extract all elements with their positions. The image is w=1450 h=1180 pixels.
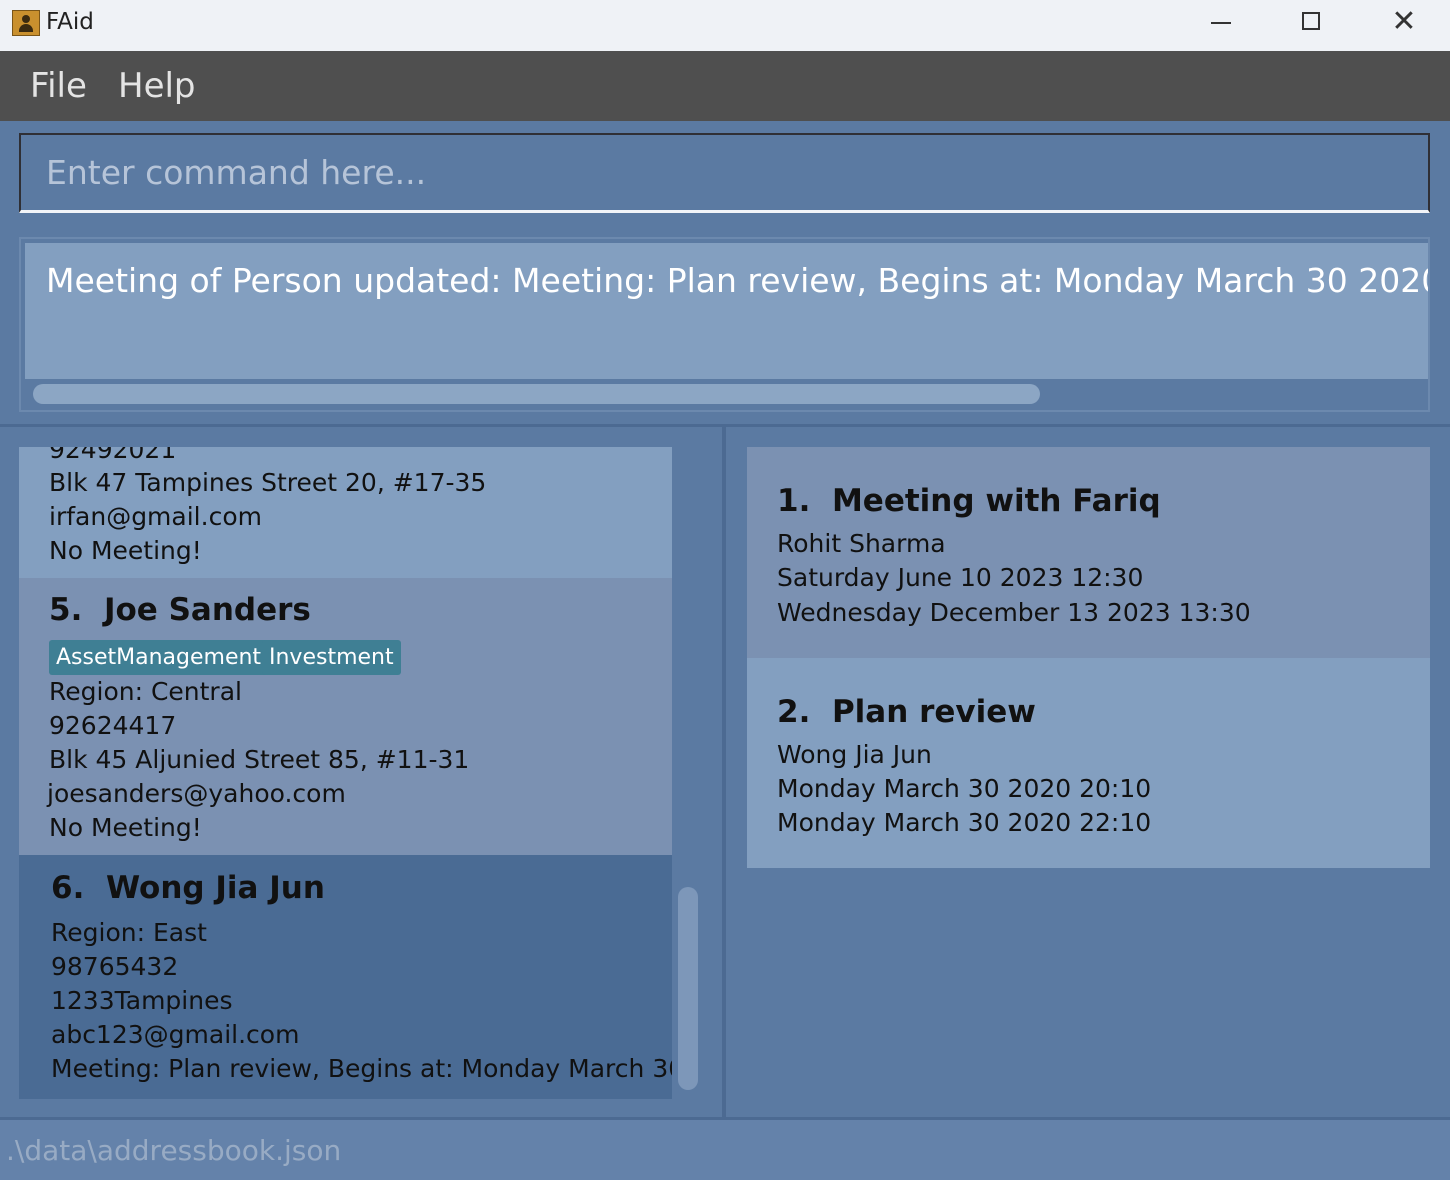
meeting-title: Plan review: [831, 694, 1036, 730]
person-email: abc123@gmail.com: [51, 1020, 300, 1049]
person-name: Joe Sanders: [103, 592, 311, 628]
split-divider[interactable]: [722, 427, 726, 1117]
result-text-area[interactable]: Meeting of Person updated: Meeting: Plan…: [25, 243, 1428, 379]
person-meeting: No Meeting!: [49, 813, 202, 842]
person-phone: 92492021: [49, 447, 177, 464]
meeting-person: Rohit Sharma: [777, 529, 946, 558]
menu-file[interactable]: File: [30, 66, 87, 106]
result-message: Meeting of Person updated: Meeting: Plan…: [46, 261, 1428, 300]
app-icon: [12, 10, 40, 36]
meeting-start: Saturday June 10 2023 12:30: [777, 563, 1144, 592]
meeting-person: Wong Jia Jun: [777, 740, 932, 769]
status-bar: .\data\addressbook.json: [0, 1120, 1450, 1180]
window-title: FAid: [46, 9, 94, 35]
meeting-card[interactable]: 1. Meeting with Fariq Rohit Sharma Satur…: [747, 447, 1430, 658]
vertical-scrollbar[interactable]: [678, 887, 698, 1090]
maximize-icon[interactable]: [1266, 0, 1358, 46]
result-display: Meeting of Person updated: Meeting: Plan…: [19, 237, 1430, 412]
person-card[interactable]: 92492021 Blk 47 Tampines Street 20, #17-…: [19, 447, 672, 578]
command-input[interactable]: [21, 135, 1428, 210]
menu-help[interactable]: Help: [118, 66, 196, 106]
meeting-end: Monday March 30 2020 22:10: [777, 808, 1152, 837]
close-icon[interactable]: ✕: [1358, 0, 1450, 46]
person-meeting: Meeting: Plan review, Begins at: Monday …: [51, 1054, 672, 1083]
person-name-line: 5. Joe Sanders: [49, 592, 311, 628]
tag-badge: AssetManagement: [49, 640, 269, 675]
person-address: Blk 47 Tampines Street 20, #17-35: [49, 468, 487, 497]
person-card[interactable]: 5. Joe Sanders AssetManagement Investmen…: [19, 578, 672, 855]
minimize-icon[interactable]: [1175, 0, 1267, 46]
person-index: 5.: [49, 592, 83, 628]
title-bar: FAid ✕: [0, 0, 1450, 51]
meeting-index: 1.: [777, 483, 811, 519]
person-address: Blk 45 Aljunied Street 85, #11-31: [49, 745, 470, 774]
person-name: Wong Jia Jun: [105, 870, 325, 906]
person-email: joesanders@yahoo.com: [47, 779, 346, 808]
meeting-title-line: 1. Meeting with Fariq: [777, 483, 1161, 519]
person-name-line: 6. Wong Jia Jun: [51, 870, 325, 906]
person-phone: 92624417: [49, 711, 177, 740]
meeting-end: Wednesday December 13 2023 13:30: [777, 598, 1251, 627]
save-location-path: .\data\addressbook.json: [6, 1134, 342, 1167]
person-meeting: No Meeting!: [49, 536, 202, 565]
horizontal-scrollbar[interactable]: [33, 384, 1040, 404]
person-phone: 98765432: [51, 952, 179, 981]
meeting-start: Monday March 30 2020 20:10: [777, 774, 1152, 803]
person-email: irfan@gmail.com: [49, 502, 262, 531]
person-index: 6.: [51, 870, 85, 906]
person-region: Region: Central: [49, 677, 242, 706]
tag-badge: Investment: [262, 640, 401, 675]
command-box: [19, 133, 1430, 213]
meeting-title-line: 2. Plan review: [777, 694, 1036, 730]
person-address: 1233Tampines: [51, 986, 233, 1015]
person-card-selected[interactable]: 6. Wong Jia Jun Region: East 98765432 12…: [19, 855, 672, 1099]
meeting-card[interactable]: 2. Plan review Wong Jia Jun Monday March…: [747, 658, 1430, 868]
meeting-title: Meeting with Fariq: [831, 483, 1161, 519]
meeting-index: 2.: [777, 694, 811, 730]
person-list: 92492021 Blk 47 Tampines Street 20, #17-…: [19, 447, 672, 1099]
menu-bar: File Help: [0, 51, 1450, 121]
person-region: Region: East: [51, 918, 207, 947]
